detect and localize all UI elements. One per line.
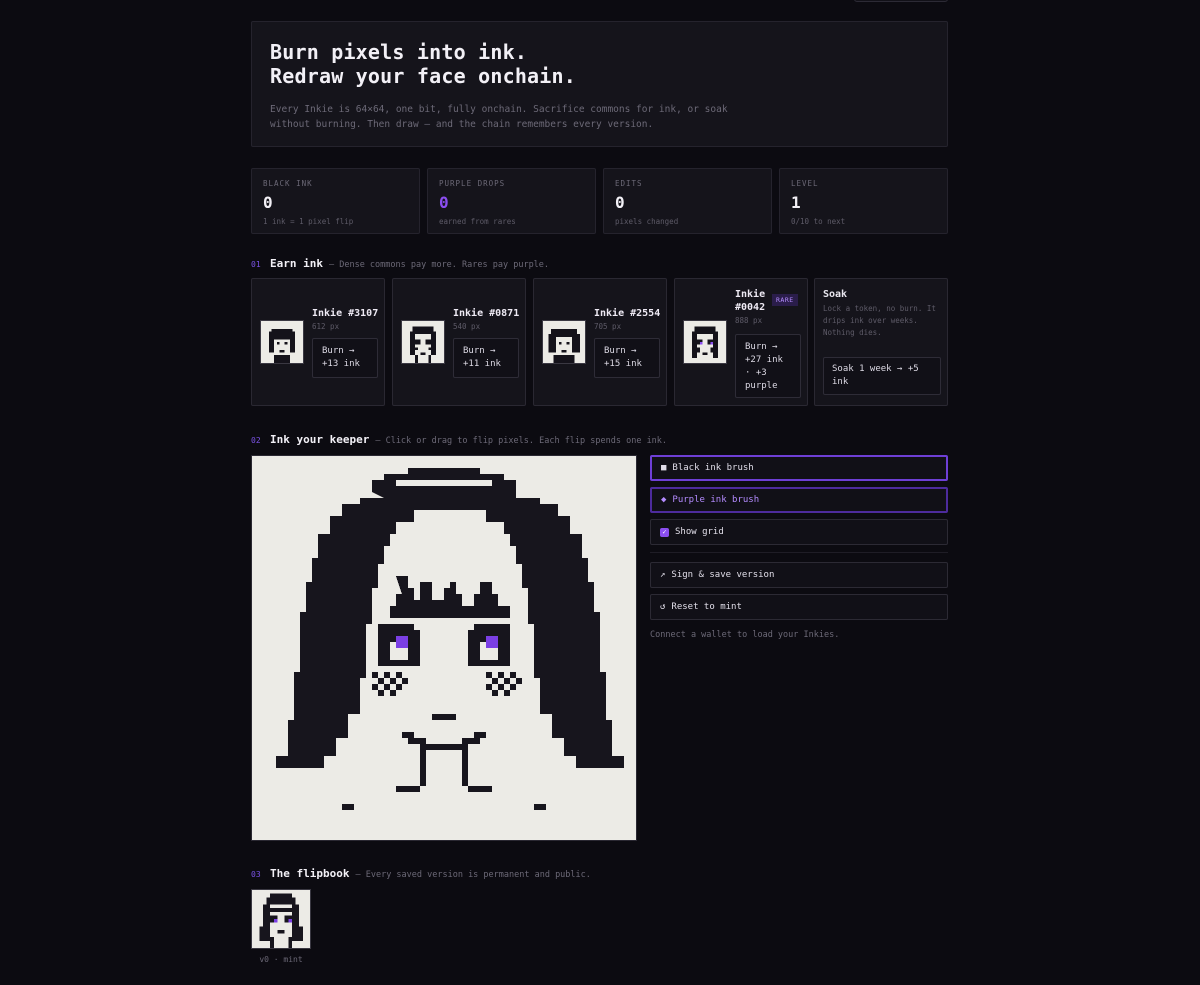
- tool-label: Purple ink brush: [672, 495, 760, 505]
- show-grid-toggle[interactable]: ✓ Show grid: [650, 519, 948, 545]
- stat-sub: pixels changed: [615, 217, 679, 226]
- stat-value: 0: [263, 193, 273, 212]
- diamond-icon: ◆: [661, 495, 667, 505]
- section-earn-header: 01 Earn ink — Dense commons pay more. Ra…: [251, 257, 549, 270]
- stat-purple-drops: PURPLE DROPS 0 earned from rares: [427, 168, 596, 234]
- black-ink-brush-button[interactable]: ■ Black ink brush: [650, 455, 948, 481]
- section-title: Ink your keeper: [270, 433, 370, 446]
- connect-wallet-note: Connect a wallet to load your Inkies.: [650, 630, 840, 640]
- section-description: — Click or drag to flip pixels. Each fli…: [375, 436, 668, 446]
- stat-sub: 1 ink = 1 pixel flip: [263, 217, 354, 226]
- stat-label: LEVEL: [791, 179, 819, 188]
- stat-label: BLACK INK: [263, 179, 313, 188]
- hero-title-line1: Burn pixels into ink.: [270, 40, 528, 64]
- inkie-thumbnail: [260, 320, 304, 364]
- stat-edits: EDITS 0 pixels changed: [603, 168, 772, 234]
- inkie-pixel-count: 888 px: [735, 316, 763, 325]
- pixel-canvas-drawing[interactable]: [252, 456, 636, 840]
- divider: [650, 552, 948, 553]
- burn-button[interactable]: Burn → +13 ink: [312, 338, 378, 378]
- burn-button[interactable]: Burn → +11 ink: [453, 338, 519, 378]
- stat-value: 0: [615, 193, 625, 212]
- section-title: Earn ink: [270, 257, 323, 270]
- pixel-canvas[interactable]: [251, 455, 637, 841]
- soak-title: Soak: [823, 289, 848, 300]
- inkie-card: Inkie #2554 705 px Burn → +15 ink: [533, 278, 667, 406]
- inkie-card-rare: Inkie #0042 RARE 888 px Burn → +27 ink ·…: [674, 278, 808, 406]
- burn-button[interactable]: Burn → +27 ink · +3 purple: [735, 334, 801, 398]
- reset-icon: ↺: [660, 602, 666, 612]
- square-icon: ■: [661, 463, 667, 473]
- tool-label: Show grid: [675, 527, 724, 537]
- inkie-thumbnail: [401, 320, 445, 364]
- stat-sub: 0/10 to next: [791, 217, 846, 226]
- hero-title: Burn pixels into ink. Redraw your face o…: [270, 40, 929, 88]
- soak-card: Soak Lock a token, no burn. It drips ink…: [814, 278, 948, 406]
- flipbook-version-thumbnail[interactable]: [251, 889, 311, 949]
- top-nav-button[interactable]: [854, 0, 948, 2]
- tool-label: Black ink brush: [672, 463, 754, 473]
- hero-title-line2: Redraw your face onchain.: [270, 64, 577, 88]
- hero-description: Every Inkie is 64×64, one bit, fully onc…: [270, 104, 728, 130]
- tool-label: Reset to mint: [671, 602, 742, 612]
- soak-button[interactable]: Soak 1 week → +5 ink: [823, 357, 941, 395]
- grid-overlay: [252, 456, 636, 840]
- inkie-thumbnail: [542, 320, 586, 364]
- arrow-up-right-icon: ↗: [660, 570, 666, 580]
- inkie-name: Inkie #0871: [453, 308, 520, 319]
- tool-label: Sign & save version: [671, 570, 775, 580]
- section-number: 03: [251, 870, 261, 879]
- stat-value: 1: [791, 193, 801, 212]
- sign-save-button[interactable]: ↗ Sign & save version: [650, 562, 948, 588]
- stat-level: LEVEL 1 0/10 to next: [779, 168, 948, 234]
- inkie-thumbnail: [683, 320, 727, 364]
- section-flipbook-header: 03 The flipbook — Every saved version is…: [251, 867, 591, 880]
- reset-button[interactable]: ↺ Reset to mint: [650, 594, 948, 620]
- stat-sub: earned from rares: [439, 217, 516, 226]
- section-keeper-header: 02 Ink your keeper — Click or drag to fl…: [251, 433, 667, 446]
- stat-label: EDITS: [615, 179, 643, 188]
- inkie-name: Inkie #3107: [312, 308, 379, 319]
- inkie-pixel-count: 612 px: [312, 322, 340, 331]
- checkbox-checked-icon[interactable]: ✓: [660, 527, 669, 537]
- section-description: — Dense commons pay more. Rares pay purp…: [328, 260, 550, 270]
- burn-cards: Inkie #3107 612 px Burn → +13 ink Inkie …: [251, 278, 948, 406]
- section-number: 01: [251, 260, 261, 269]
- stat-value: 0: [439, 193, 449, 212]
- hero-panel: Burn pixels into ink. Redraw your face o…: [251, 21, 948, 147]
- inkie-name: Inkie #2554: [594, 308, 661, 319]
- section-title: The flipbook: [270, 867, 350, 880]
- purple-ink-brush-button[interactable]: ◆ Purple ink brush: [650, 487, 948, 513]
- soak-description: Lock a token, no burn. It drips ink over…: [823, 304, 936, 337]
- inkie-card: Inkie #3107 612 px Burn → +13 ink: [251, 278, 385, 406]
- flipbook-version-caption: v0 · mint: [259, 955, 303, 964]
- burn-button[interactable]: Burn → +15 ink: [594, 338, 660, 378]
- inkie-pixel-count: 705 px: [594, 322, 622, 331]
- stats-row: BLACK INK 0 1 ink = 1 pixel flip PURPLE …: [251, 168, 948, 234]
- inkie-pixel-count: 540 px: [453, 322, 481, 331]
- section-number: 02: [251, 436, 261, 445]
- stat-black-ink: BLACK INK 0 1 ink = 1 pixel flip: [251, 168, 420, 234]
- rare-badge: RARE: [772, 294, 798, 306]
- inkie-card: Inkie #0871 540 px Burn → +11 ink: [392, 278, 526, 406]
- section-description: — Every saved version is permanent and p…: [355, 870, 591, 880]
- stat-label: PURPLE DROPS: [439, 179, 506, 188]
